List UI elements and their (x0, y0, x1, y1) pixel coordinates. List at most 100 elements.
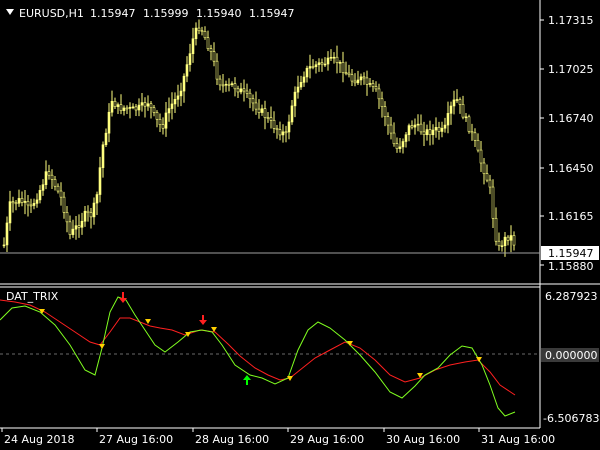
candle-body (83, 210, 87, 222)
candle-body (395, 143, 399, 149)
candle-body (209, 48, 213, 52)
candle-body (203, 31, 207, 39)
candle-body (236, 88, 240, 93)
time-label: 30 Aug 16:00 (386, 433, 460, 446)
candle-body (503, 236, 507, 247)
candle-body (98, 167, 102, 195)
candle-body (494, 218, 498, 242)
candle-body (413, 124, 417, 128)
candle-body (428, 129, 432, 136)
candle-body (506, 236, 510, 241)
candle-body (431, 129, 435, 136)
chart-window[interactable]: EURUSD,H1 1.15947 1.15999 1.15940 1.1594… (0, 0, 600, 450)
candle-body (491, 186, 495, 219)
candle-body (356, 79, 360, 84)
candle-body (56, 185, 60, 192)
candle-body (35, 199, 39, 204)
candle-body (155, 112, 159, 120)
indicator-axis-label: 6.287923 (545, 290, 598, 303)
candle-body (125, 107, 129, 110)
candle-body (440, 127, 444, 132)
candle-body (500, 245, 504, 248)
candle-body (2, 244, 6, 247)
time-label: 27 Aug 16:00 (99, 433, 173, 446)
candle-body (473, 132, 477, 141)
candle-body (224, 83, 228, 86)
candle-body (245, 90, 249, 94)
candle-body (53, 179, 57, 187)
ohlc-open: 1.15947 (90, 7, 136, 20)
candle-body (23, 201, 27, 203)
candle-body (200, 30, 204, 32)
candle-body (353, 80, 357, 84)
candle-body (434, 127, 438, 131)
candle-body (344, 72, 348, 75)
candle-body (422, 131, 426, 136)
candle-body (284, 131, 288, 134)
candle-body (275, 128, 279, 130)
candle-body (164, 112, 168, 129)
candle-body (218, 78, 222, 86)
cross-marker-icon (145, 319, 151, 324)
candle-body (14, 202, 18, 205)
candle-body (278, 129, 282, 136)
candle-body (290, 105, 294, 123)
candle-body (485, 173, 489, 181)
candle-body (26, 201, 30, 206)
candle-body (380, 98, 384, 107)
candle-body (101, 144, 105, 168)
candle-body (41, 184, 45, 191)
candle-body (176, 95, 180, 100)
dropdown-triangle-icon[interactable] (6, 9, 14, 15)
candle-body (329, 56, 333, 59)
candlestick-series[interactable] (2, 19, 516, 257)
candle-body (449, 105, 453, 114)
candle-body (92, 202, 96, 218)
candle-body (161, 124, 165, 129)
candle-body (74, 225, 78, 230)
candle-body (338, 62, 342, 64)
candle-body (59, 190, 63, 198)
candle-body (227, 83, 231, 86)
candle-body (188, 53, 192, 65)
cross-markers (39, 309, 482, 381)
candle-body (470, 131, 474, 134)
ohlc-low: 1.15940 (196, 7, 242, 20)
candle-body (149, 103, 153, 109)
candle-body (314, 64, 318, 67)
candle-body (44, 171, 48, 185)
candle-body (359, 76, 363, 81)
candle-body (158, 118, 162, 125)
candle-body (362, 76, 366, 79)
candle-body (104, 132, 108, 146)
candle-body (374, 86, 378, 90)
price-label: 1.15880 (548, 260, 594, 273)
candle-body (410, 125, 414, 128)
candle-body (194, 27, 198, 40)
candle-body (350, 74, 354, 82)
candle-body (320, 62, 324, 65)
candle-body (95, 194, 99, 204)
candle-body (335, 56, 339, 63)
indicator-pane[interactable]: DAT_TRIX 6.287923 0.000000 -6.506783 (0, 290, 599, 425)
candle-body (365, 77, 369, 85)
candle-body (383, 106, 387, 118)
candle-body (341, 62, 345, 74)
price-label: 1.16740 (548, 112, 594, 125)
candle-body (443, 124, 447, 129)
candle-body (113, 100, 117, 107)
candle-body (347, 72, 351, 76)
cross-marker-icon (476, 357, 482, 362)
candle-body (254, 102, 258, 110)
chart-header: EURUSD,H1 1.15947 1.15999 1.15940 1.1594… (6, 7, 295, 20)
candle-body (386, 116, 390, 126)
candle-body (299, 82, 303, 88)
price-axis[interactable]: 1.17315 1.17025 1.16740 1.16450 1.16165 … (540, 14, 599, 273)
candle-body (110, 100, 114, 113)
candle-body (488, 179, 492, 188)
time-axis[interactable]: 24 Aug 2018 27 Aug 16:00 28 Aug 16:00 29… (1, 428, 555, 446)
price-label: 1.16165 (548, 210, 594, 223)
candle-body (296, 86, 300, 93)
candle-body (167, 108, 171, 114)
candle-body (392, 132, 396, 144)
